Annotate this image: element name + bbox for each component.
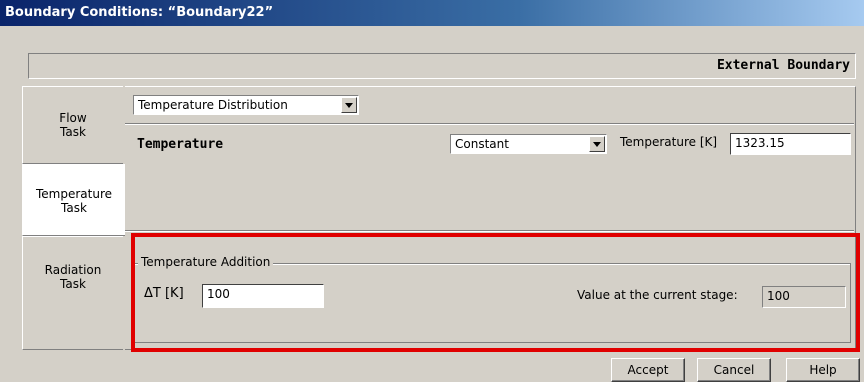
- tab-label-line2: Task: [60, 277, 86, 291]
- tab-label-line1: Radiation: [44, 263, 102, 277]
- temperature-mode-value: Constant: [455, 137, 509, 151]
- chevron-down-icon[interactable]: [341, 97, 357, 113]
- category-select-value: Temperature Distribution: [138, 98, 288, 112]
- tab-label-line1: Temperature: [35, 187, 112, 201]
- temperature-field-label: Temperature [K]: [620, 135, 718, 149]
- divider: [125, 123, 854, 125]
- divider: [125, 230, 854, 232]
- temperature-heading: Temperature: [137, 137, 224, 152]
- help-button-label: Help: [809, 363, 837, 377]
- cancel-button-label: Cancel: [713, 363, 755, 377]
- boundary-type-bar: External Boundary: [28, 53, 856, 79]
- accept-button[interactable]: Accept: [611, 358, 685, 382]
- window-title-bar[interactable]: Boundary Conditions: “Boundary22”: [0, 0, 864, 26]
- chevron-down-icon[interactable]: [589, 136, 605, 152]
- temperature-mode-select[interactable]: Constant: [450, 134, 607, 154]
- accept-button-label: Accept: [627, 363, 669, 377]
- tab-label-line2: Task: [60, 125, 86, 139]
- tab-flow-task[interactable]: Flow Task: [22, 86, 123, 164]
- delta-t-input-value: 100: [207, 287, 230, 301]
- delta-t-input[interactable]: 100: [202, 284, 324, 308]
- boundary-type-label: External Boundary: [716, 58, 850, 73]
- category-select[interactable]: Temperature Distribution: [133, 95, 359, 115]
- current-stage-value-field: 100: [762, 286, 846, 308]
- temperature-input-value: 1323.15: [735, 136, 785, 150]
- current-stage-value: 100: [767, 289, 790, 303]
- window-title: Boundary Conditions: “Boundary22”: [5, 5, 274, 20]
- tab-radiation-task[interactable]: Radiation Task: [22, 236, 123, 350]
- temperature-task-panel: Temperature Distribution Temperature Con…: [125, 86, 856, 350]
- help-button[interactable]: Help: [786, 358, 860, 382]
- task-tabs: Flow Task Temperature Task Radiation Tas…: [22, 86, 125, 350]
- temperature-addition-group: Temperature Addition ΔT [K] 100 Value at…: [133, 255, 851, 343]
- current-stage-label: Value at the current stage:: [577, 288, 738, 302]
- cancel-button[interactable]: Cancel: [697, 358, 771, 382]
- temperature-input[interactable]: 1323.15: [730, 133, 851, 155]
- tab-label-line2: Task: [61, 201, 87, 215]
- delta-t-label: ΔT [K]: [144, 286, 184, 301]
- tab-temperature-task[interactable]: Temperature Task: [22, 164, 125, 236]
- tab-label-line1: Flow: [59, 111, 87, 125]
- temperature-addition-title: Temperature Addition: [138, 255, 274, 269]
